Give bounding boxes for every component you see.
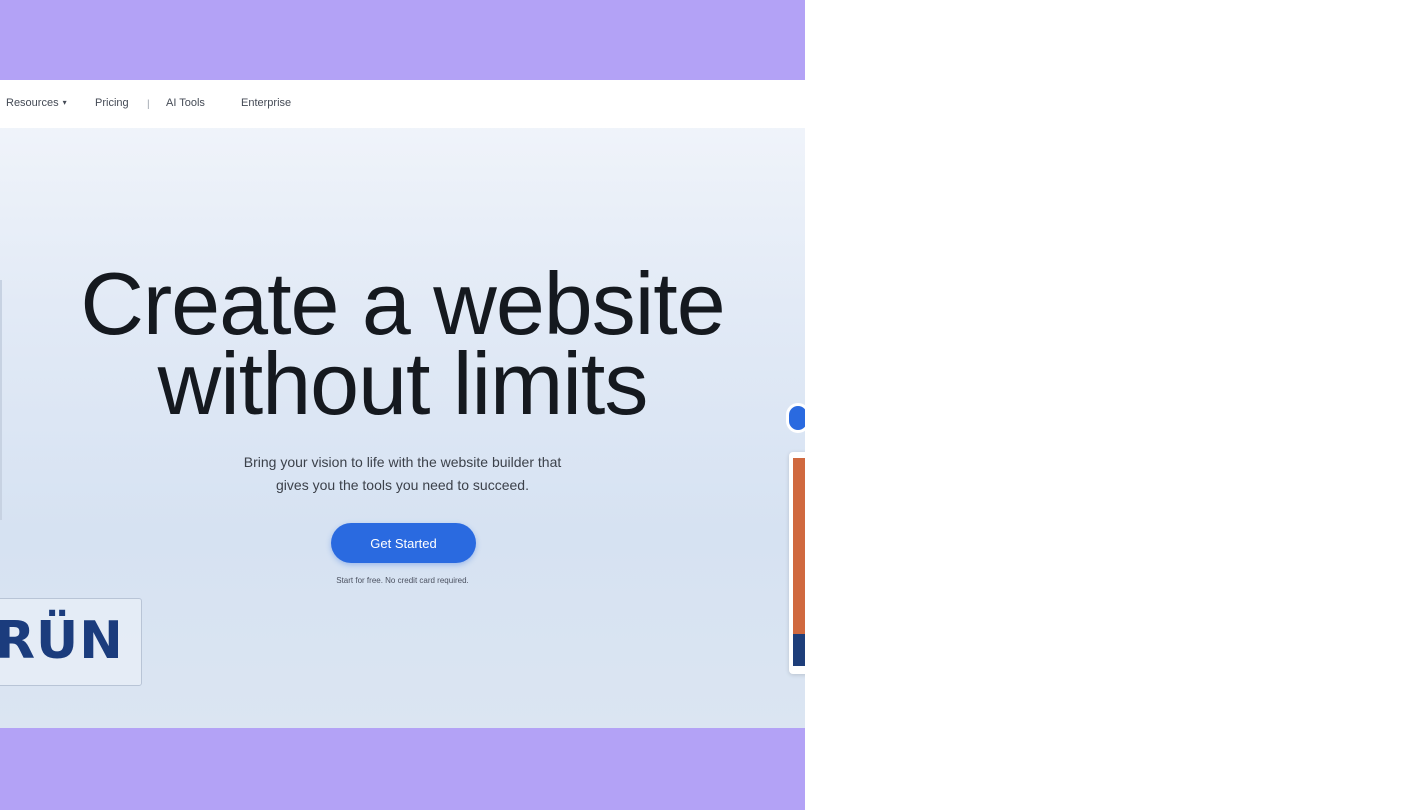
side-badge-icon[interactable] bbox=[789, 406, 805, 430]
hero-subtitle-line-1: Bring your vision to life with the websi… bbox=[243, 454, 562, 470]
nav-item-enterprise[interactable]: Enterprise bbox=[241, 97, 291, 109]
browser-page: Resources ▾ Pricing | AI Tools Enterprise… bbox=[0, 80, 805, 728]
preview-image bbox=[793, 458, 805, 634]
logo-text: RÜN bbox=[0, 611, 124, 671]
hero-title-line-1: Create a website bbox=[80, 254, 725, 353]
top-navbar: Resources ▾ Pricing | AI Tools Enterprise bbox=[0, 80, 805, 128]
screenshot-frame: Resources ▾ Pricing | AI Tools Enterprise… bbox=[0, 0, 805, 810]
nav-item-pricing[interactable]: Pricing bbox=[95, 97, 129, 109]
watermark-logo: RÜN bbox=[0, 598, 142, 686]
nav-item-resources[interactable]: Resources ▾ bbox=[6, 97, 67, 109]
hero-subtitle-line-2: gives you the tools you need to succeed. bbox=[276, 477, 529, 493]
hero-title: Create a website without limits bbox=[0, 254, 805, 433]
side-preview-card[interactable] bbox=[789, 452, 805, 674]
get-started-button[interactable]: Get Started bbox=[331, 523, 476, 563]
cta-note: Start for free. No credit card required. bbox=[336, 576, 469, 585]
hero-title-line-2: without limits bbox=[157, 334, 649, 433]
preview-footer bbox=[793, 634, 805, 666]
nav-separator: | bbox=[147, 99, 150, 110]
nav-item-ai-tools[interactable]: AI Tools bbox=[166, 97, 205, 109]
chevron-down-icon: ▾ bbox=[62, 98, 67, 107]
hero-subtitle: Bring your vision to life with the websi… bbox=[0, 451, 805, 497]
nav-item-label: Resources bbox=[6, 97, 59, 109]
